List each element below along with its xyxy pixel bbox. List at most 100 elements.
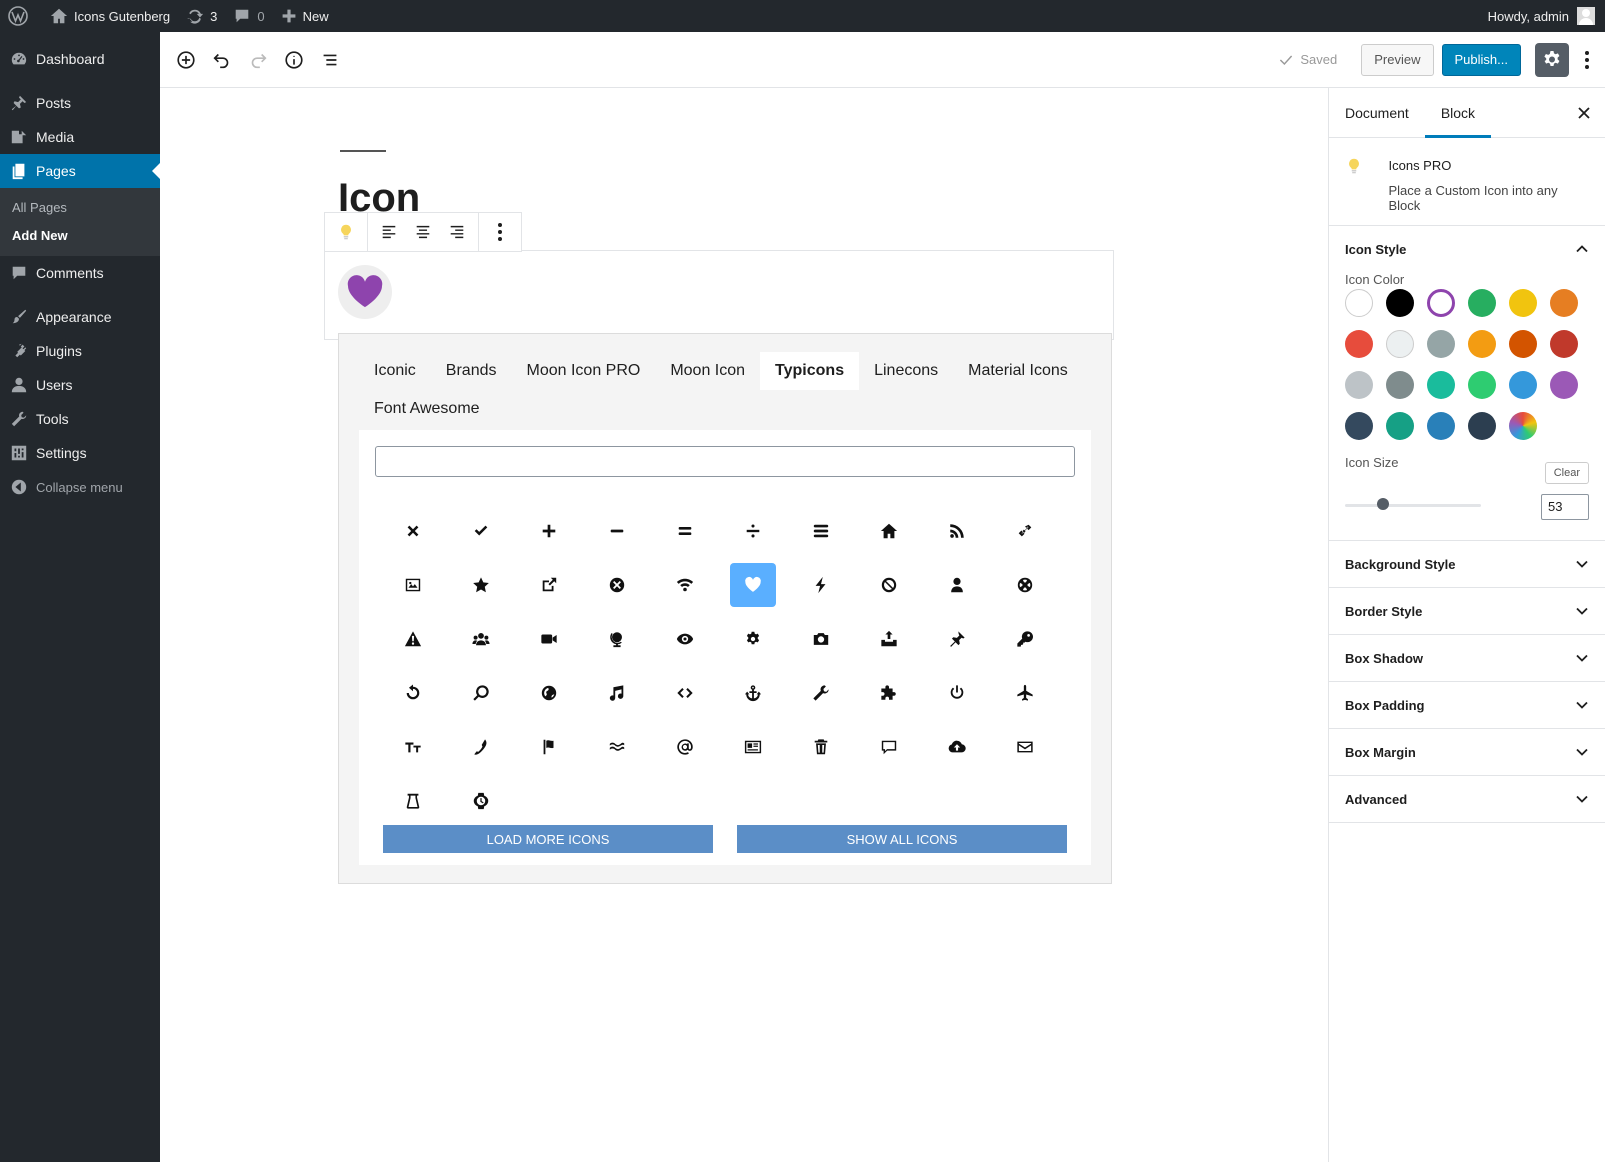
icon-option-export[interactable] [515,558,583,612]
icon-option-font-size[interactable] [379,720,447,774]
menu-item-plugins[interactable]: Plugins [0,334,160,368]
updates-link[interactable]: 3 [178,0,225,32]
color-swatch[interactable] [1427,371,1455,399]
color-swatch[interactable] [1345,412,1373,440]
icon-option-code[interactable] [651,666,719,720]
icon-option-anchor[interactable] [719,666,787,720]
color-swatch[interactable] [1509,412,1537,440]
size-slider-thumb[interactable] [1377,498,1389,510]
size-slider-track[interactable] [1345,504,1481,507]
color-swatch[interactable] [1468,412,1496,440]
show-all-icons-button[interactable]: SHOW ALL ICONS [737,825,1067,853]
icon-option-home[interactable] [855,504,923,558]
size-number-input[interactable]: 53 [1541,494,1589,520]
icon-option-power[interactable] [923,666,991,720]
icon-option-link[interactable] [991,504,1059,558]
color-swatch[interactable] [1550,330,1578,358]
icon-option-phone[interactable] [447,720,515,774]
icon-option-support[interactable] [991,558,1059,612]
icon-option-wifi[interactable] [651,558,719,612]
collapse-menu-button[interactable]: Collapse menu [0,470,160,504]
panel-toggle-icon-style[interactable]: Icon Style [1329,226,1605,272]
icon-option-star[interactable] [447,558,515,612]
icon-option-flag[interactable] [515,720,583,774]
icon-option-pin[interactable] [923,612,991,666]
icon-option-user[interactable] [923,558,991,612]
block-more-button[interactable] [483,215,517,249]
tab-moon-icon[interactable]: Moon Icon [655,352,760,390]
menu-item-tools[interactable]: Tools [0,402,160,436]
submenu-all-pages[interactable]: All Pages [0,194,160,222]
icon-option-at[interactable] [651,720,719,774]
icon-option-minus[interactable] [583,504,651,558]
icon-option-cog[interactable] [719,612,787,666]
menu-item-dashboard[interactable]: Dashboard [0,42,160,76]
color-swatch[interactable] [1509,289,1537,317]
panel-toggle-box-padding[interactable]: Box Padding [1329,682,1605,728]
icon-option-cloud-upload[interactable] [923,720,991,774]
wordpress-logo[interactable] [0,0,42,32]
color-swatch[interactable] [1468,330,1496,358]
icon-option-refresh[interactable] [379,666,447,720]
menu-item-comments[interactable]: Comments [0,256,160,290]
color-swatch[interactable] [1427,289,1455,317]
comments-link[interactable]: 0 [225,0,272,32]
icon-option-group[interactable] [447,612,515,666]
color-swatch[interactable] [1386,412,1414,440]
icon-option-mail[interactable] [991,720,1059,774]
submenu-add-new[interactable]: Add New [0,222,160,250]
icon-option-camera[interactable] [787,612,855,666]
icon-option-tick[interactable] [447,504,515,558]
color-swatch[interactable] [1386,289,1414,317]
icon-search-input[interactable] [375,446,1075,477]
clear-size-button[interactable]: Clear [1544,462,1589,484]
color-swatch[interactable] [1468,371,1496,399]
tab-font-awesome[interactable]: Font Awesome [359,390,495,428]
icon-option-rss[interactable] [923,504,991,558]
publish-button[interactable]: Publish... [1441,43,1521,76]
icon-option-upload[interactable] [855,612,923,666]
icon-option-trash[interactable] [787,720,855,774]
icon-option-plus[interactable] [515,504,583,558]
icon-option-warning[interactable] [379,612,447,666]
icon-option-news[interactable] [719,720,787,774]
menu-item-pages[interactable]: Pages [0,154,160,188]
tab-block[interactable]: Block [1424,88,1492,138]
settings-button[interactable] [1535,42,1569,77]
panel-toggle-background-style[interactable]: Background Style [1329,541,1605,587]
tab-linecons[interactable]: Linecons [859,352,953,390]
more-options-button[interactable] [1575,43,1599,77]
new-content-link[interactable]: New [273,0,337,32]
align-center-button[interactable] [406,215,440,249]
info-button[interactable] [276,42,312,78]
icon-option-times[interactable] [379,504,447,558]
menu-item-media[interactable]: Media [0,120,160,154]
icon-block[interactable] [324,250,1114,340]
panel-toggle-box-shadow[interactable]: Box Shadow [1329,635,1605,681]
icon-option-waves[interactable] [583,720,651,774]
menu-item-appearance[interactable]: Appearance [0,300,160,334]
color-swatch[interactable] [1509,330,1537,358]
icon-option-watch[interactable] [447,774,515,828]
icon-option-eye[interactable] [651,612,719,666]
color-swatch[interactable] [1509,371,1537,399]
color-swatch[interactable] [1427,412,1455,440]
menu-item-users[interactable]: Users [0,368,160,402]
tab-brands[interactable]: Brands [431,352,512,390]
panel-toggle-border-style[interactable]: Border Style [1329,588,1605,634]
menu-item-posts[interactable]: Posts [0,86,160,120]
block-type-button[interactable] [329,215,363,249]
color-swatch[interactable] [1386,371,1414,399]
color-swatch[interactable] [1550,371,1578,399]
icon-option-plane[interactable] [991,666,1059,720]
color-swatch[interactable] [1550,289,1578,317]
tab-material-icons[interactable]: Material Icons [953,352,1083,390]
icon-option-globe[interactable] [583,612,651,666]
icon-option-world[interactable] [515,666,583,720]
close-sidebar-button[interactable] [1573,102,1595,124]
icon-option-image[interactable] [379,558,447,612]
icon-option-puzzle[interactable] [855,666,923,720]
block-navigation-button[interactable] [312,42,348,78]
icon-option-spanner[interactable] [787,666,855,720]
color-swatch[interactable] [1345,289,1373,317]
